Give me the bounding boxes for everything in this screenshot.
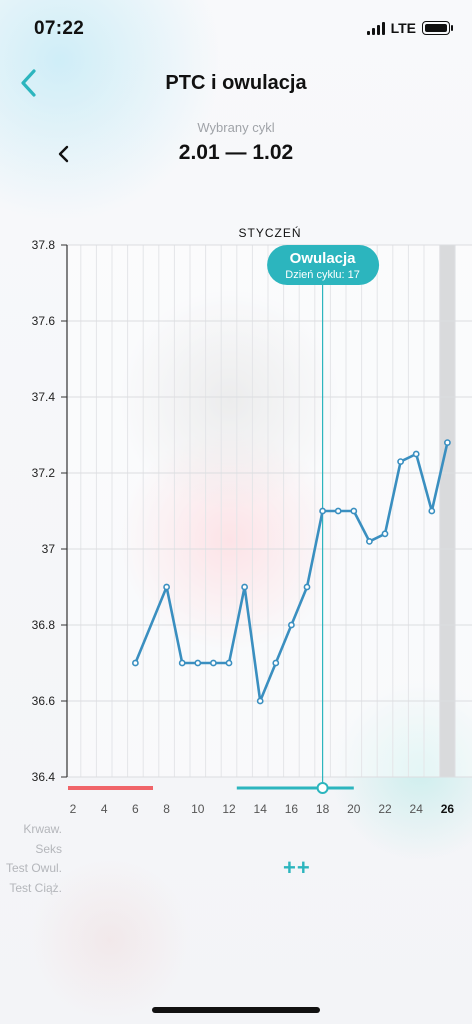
today-column: [439, 245, 456, 777]
y-tick-label: 37.8: [32, 238, 56, 252]
y-tick-label: 37.6: [32, 314, 56, 328]
x-tick-label: 14: [254, 802, 268, 816]
temperature-point[interactable]: [241, 583, 248, 591]
y-tick-label: 36.4: [32, 770, 56, 784]
ovulation-marker[interactable]: [316, 782, 329, 794]
ovulation-badge-title: Owulacja: [290, 250, 357, 267]
y-tick-label: 37: [42, 542, 56, 556]
row-label-ovulation-test: Test Owul.: [5, 861, 62, 875]
y-tick-label: 37.4: [32, 390, 56, 404]
x-tick-label: 6: [132, 802, 139, 816]
temperature-point[interactable]: [319, 507, 326, 515]
row-label-bleeding: Krwaw.: [23, 822, 62, 836]
status-time: 07:22: [34, 18, 85, 39]
temperature-point[interactable]: [303, 583, 311, 591]
battery-icon: [422, 21, 453, 35]
row-label-sex: Seks: [35, 842, 62, 856]
page-title: PTC i owulacja: [165, 72, 307, 94]
status-indicators: LTE: [366, 20, 453, 36]
temperature-point[interactable]: [225, 659, 233, 667]
y-tick-label: 36.8: [32, 618, 56, 632]
x-tick-label: 4: [101, 802, 108, 816]
temperature-point[interactable]: [412, 450, 420, 458]
x-tick-label: 16: [285, 802, 299, 816]
home-indicator: [152, 1007, 320, 1013]
temperature-point[interactable]: [365, 537, 373, 545]
temperature-point[interactable]: [163, 583, 170, 591]
temperature-point[interactable]: [334, 507, 342, 515]
temperature-point[interactable]: [209, 659, 217, 667]
ovulation-badge-subtitle: Dzień cyklu: 17: [285, 269, 360, 281]
x-tick-label: 10: [191, 802, 205, 816]
network-type: LTE: [390, 20, 416, 36]
y-tick-label: 37.2: [32, 466, 56, 480]
temperature-point[interactable]: [194, 659, 202, 667]
temperature-chart[interactable]: 36.4 36.6 36.8 37 37.2 37.4 37.6 37.8 Owulacja Dz…: [0, 238, 472, 823]
add-entry-button[interactable]: ++: [283, 855, 311, 881]
x-tick-label: 8: [163, 802, 170, 816]
temperature-point[interactable]: [443, 439, 451, 446]
y-tick-label: 36.6: [32, 694, 56, 708]
cycle-range: 2.01 — 1.02: [178, 141, 294, 164]
row-label-pregnancy-test: Test Ciąż.: [9, 881, 62, 895]
x-tick-label: 18: [316, 802, 330, 816]
x-tick-label: 22: [378, 802, 392, 816]
temperature-point[interactable]: [256, 697, 264, 705]
temperature-point[interactable]: [350, 507, 358, 515]
temperature-point[interactable]: [428, 507, 436, 515]
temperature-point[interactable]: [178, 659, 186, 667]
temperature-point[interactable]: [381, 530, 389, 538]
x-tick-label: 2: [70, 802, 77, 816]
temperature-point[interactable]: [397, 458, 404, 465]
x-tick-label: 20: [347, 802, 361, 816]
x-tick-label: 24: [410, 802, 424, 816]
temperature-point[interactable]: [272, 659, 280, 667]
signal-icon: [366, 21, 385, 35]
x-tick-label: 12: [222, 802, 236, 816]
cycle-label: Wybrany cykl: [197, 120, 275, 135]
x-tick-label: 26: [441, 802, 455, 816]
temperature-point[interactable]: [287, 621, 295, 629]
temperature-point[interactable]: [131, 659, 139, 667]
